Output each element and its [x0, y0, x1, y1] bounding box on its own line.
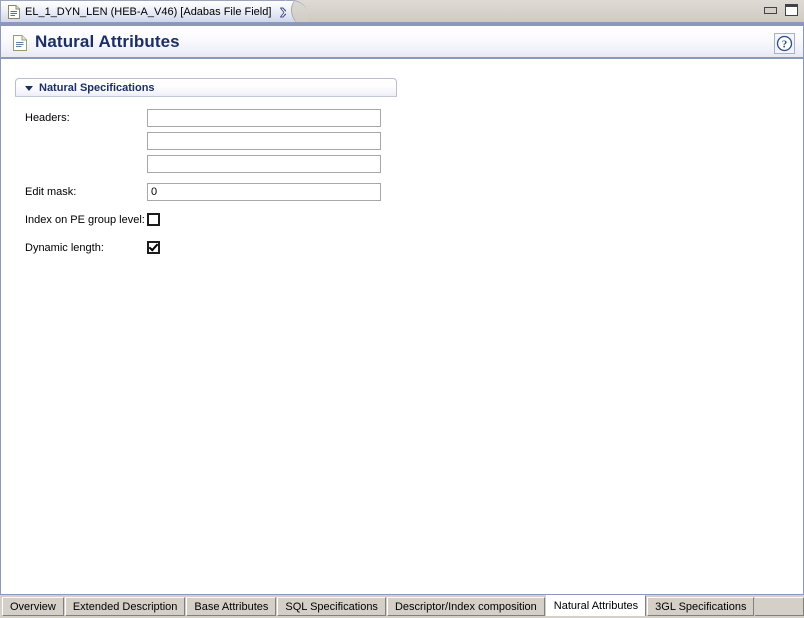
- section-header[interactable]: Natural Specifications: [15, 78, 397, 96]
- headers-input-1[interactable]: [147, 108, 381, 127]
- headers-label: Headers:: [25, 111, 70, 124]
- form-header: Natural Attributes ?: [1, 23, 803, 59]
- tab-extended-description[interactable]: Extended Description: [64, 597, 186, 616]
- dynamic-length-label: Dynamic length:: [25, 241, 104, 254]
- index-pe-group-level-checkbox[interactable]: [147, 213, 160, 226]
- editor-window: EL_1_DYN_LEN (HEB-A_V46) [Adabas File Fi…: [0, 0, 804, 618]
- section-natural-specifications: Natural Specifications: [15, 78, 397, 97]
- editor-tab-label: EL_1_DYN_LEN (HEB-A_V46) [Adabas File Fi…: [25, 6, 272, 18]
- section-title: Natural Specifications: [39, 81, 155, 94]
- row-headers-3: [15, 152, 415, 175]
- editor-tab-adabas-file-field[interactable]: EL_1_DYN_LEN (HEB-A_V46) [Adabas File Fi…: [0, 0, 292, 23]
- row-headers-1: Headers:: [15, 106, 415, 129]
- window-buttons: [764, 4, 798, 16]
- index-pe-group-level-label: Index on PE group level:: [25, 213, 145, 226]
- tab-overview[interactable]: Overview: [2, 597, 64, 616]
- row-edit-mask: Edit mask:: [15, 180, 415, 203]
- page-title: Natural Attributes: [35, 31, 180, 51]
- document-icon: [8, 5, 20, 19]
- edit-mask-input[interactable]: [147, 182, 381, 201]
- maximize-icon[interactable]: [785, 4, 798, 16]
- dynamic-length-checkbox[interactable]: [147, 241, 160, 254]
- editor-tab-curve: [286, 0, 308, 23]
- tab-descriptor-index-composition[interactable]: Descriptor/Index composition: [386, 597, 545, 616]
- row-index-pe-group-level: Index on PE group level:: [15, 208, 415, 231]
- document-icon: [13, 34, 27, 51]
- form-frame: Natural Attributes ? Natural Specificati…: [0, 23, 804, 595]
- row-headers-2: [15, 129, 415, 152]
- tab-strip-filler: [755, 597, 804, 616]
- row-dynamic-length: Dynamic length:: [15, 236, 415, 259]
- form-fields: Headers: Edit mask: 0 Index on PE group …: [15, 106, 415, 259]
- bottom-tab-strip: Overview Extended Description Base Attri…: [0, 595, 804, 618]
- help-icon[interactable]: ?: [774, 33, 795, 54]
- chevron-down-icon[interactable]: [25, 85, 33, 91]
- tab-natural-attributes[interactable]: Natural Attributes: [545, 595, 647, 616]
- minimize-icon[interactable]: [764, 7, 777, 14]
- edit-mask-label: Edit mask:: [25, 185, 77, 198]
- form-body: Natural Specifications Headers: Edit mas…: [1, 60, 803, 593]
- headers-input-3[interactable]: [147, 154, 381, 173]
- tab-base-attributes[interactable]: Base Attributes: [186, 597, 277, 616]
- svg-text:?: ?: [782, 39, 788, 51]
- tab-3gl-specifications[interactable]: 3GL Specifications: [647, 597, 755, 616]
- tab-sql-specifications[interactable]: SQL Specifications: [277, 597, 386, 616]
- headers-input-2[interactable]: [147, 131, 381, 150]
- section-divider: [15, 96, 397, 97]
- editor-tab-bar: EL_1_DYN_LEN (HEB-A_V46) [Adabas File Fi…: [0, 0, 804, 23]
